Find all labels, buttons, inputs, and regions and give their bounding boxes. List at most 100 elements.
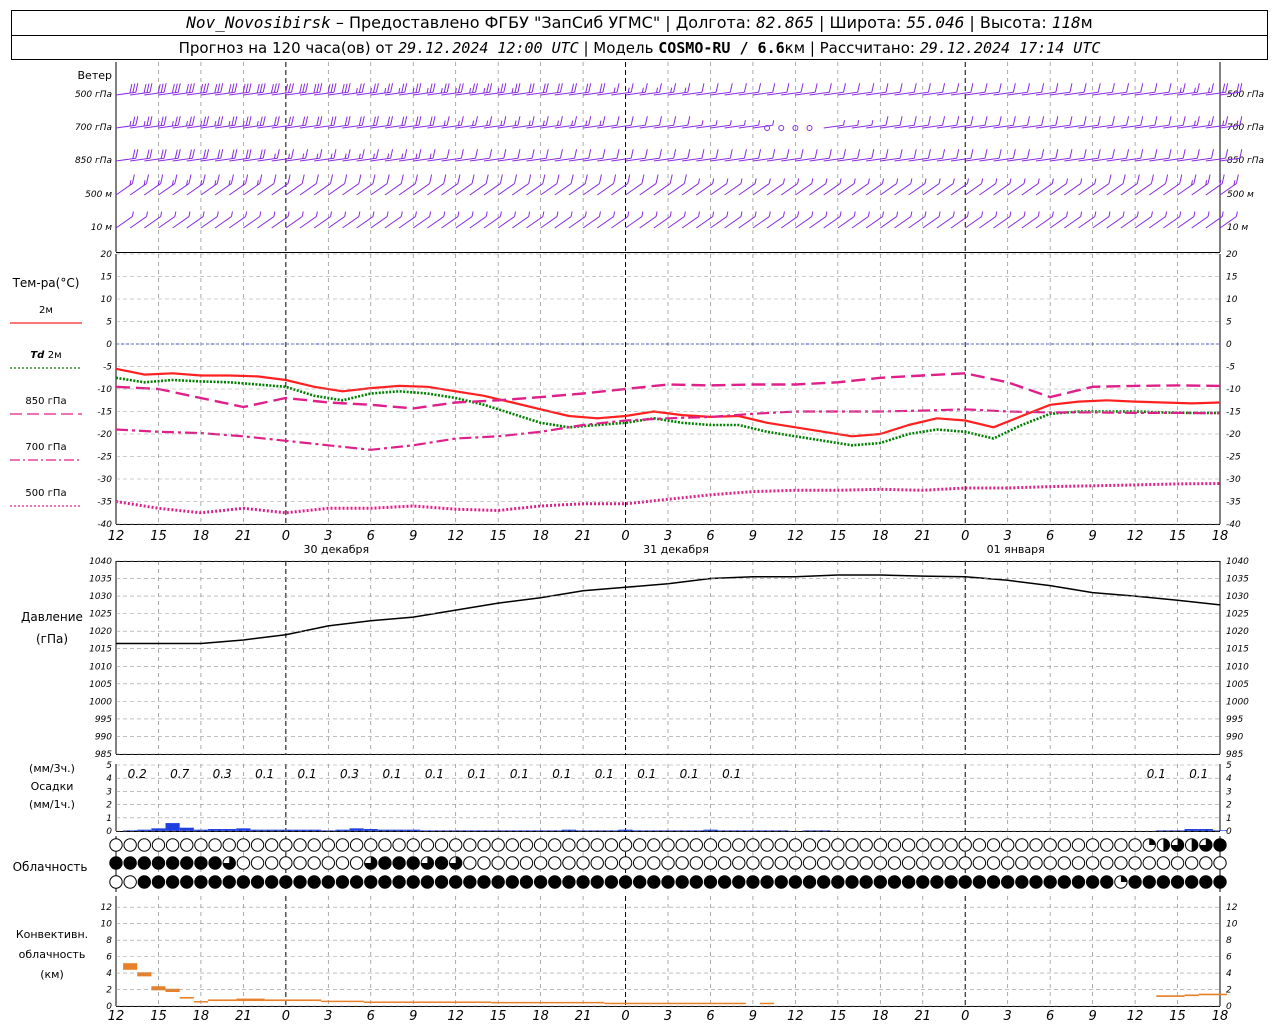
precip-3h-label: 0.1 xyxy=(722,767,741,781)
barb-half-flag xyxy=(1150,211,1153,217)
barb-shaft xyxy=(328,216,345,229)
cloud-title: Облачность xyxy=(13,860,88,874)
cloud-circle xyxy=(632,838,647,852)
barb-flag xyxy=(616,83,620,93)
wind-barb xyxy=(1050,83,1073,96)
conv-tick-label-left: 2 xyxy=(106,986,112,996)
cloud-circle xyxy=(689,856,704,870)
barb-flag xyxy=(432,116,436,126)
barb-half-flag xyxy=(910,211,913,217)
barb-flag xyxy=(843,149,846,159)
barb-flag xyxy=(390,83,394,93)
cloud-circle xyxy=(831,838,845,852)
wind-barb xyxy=(512,149,535,162)
cloud-circle xyxy=(916,838,930,852)
barb-shaft xyxy=(964,183,982,196)
cloud-symbol xyxy=(1114,856,1128,870)
cloud-circle xyxy=(1071,838,1086,852)
cloud-fill-full xyxy=(152,875,165,889)
cloud-symbol xyxy=(774,856,788,870)
cloud-symbol xyxy=(406,856,420,870)
cloud-fill-full xyxy=(123,856,137,870)
wind-barb xyxy=(1163,116,1186,129)
hour-label-bottom: 15 xyxy=(490,1009,507,1024)
barb-flag xyxy=(174,149,178,159)
barb-flag xyxy=(528,174,532,184)
barb-flag xyxy=(432,83,436,93)
barb-flag xyxy=(460,83,464,93)
cloud-symbol xyxy=(505,875,520,889)
wind-barb xyxy=(257,174,277,196)
cloud-circle xyxy=(123,838,137,852)
prec-tick-label-left: 5 xyxy=(106,761,112,771)
conv-tick-label-right: 6 xyxy=(1226,953,1232,963)
barb-flag xyxy=(375,149,379,159)
barb-flag xyxy=(273,83,277,93)
cloud-fill-full xyxy=(1100,875,1113,889)
cloud-symbol xyxy=(165,838,180,852)
cloud-symbol xyxy=(505,856,520,870)
barb-flag xyxy=(1027,83,1030,93)
cloud-fill-full xyxy=(845,875,859,889)
wind-barb xyxy=(115,83,139,96)
cloud-fill-full xyxy=(859,875,873,889)
cloud-symbol xyxy=(732,856,746,870)
cloud-circle xyxy=(647,856,661,870)
cloud-symbol xyxy=(519,875,534,889)
barb-half-flag xyxy=(469,87,472,94)
temp-y-axis: 20 20 15 15 10 10 5 5 0 0 -5 -5 -10 -10 -15 -15 -20 -20 -2… xyxy=(97,250,1241,530)
barb-flag xyxy=(230,174,234,184)
cloud-symbol xyxy=(293,875,307,889)
barb-half-flag xyxy=(1193,211,1196,217)
barb-shaft xyxy=(469,216,487,229)
cloud-symbol xyxy=(151,838,166,852)
barb-half-flag xyxy=(500,120,503,126)
wind-barb xyxy=(696,149,719,162)
barb-flag xyxy=(174,174,178,184)
cloud-circle xyxy=(1170,856,1185,870)
cloud-fill-full xyxy=(223,875,236,889)
cloud-circle xyxy=(279,856,293,870)
wind-barb xyxy=(1007,83,1030,96)
wind-barb xyxy=(951,149,974,162)
cloud-symbol xyxy=(264,838,279,852)
barb-flag xyxy=(786,83,790,93)
barb-flag xyxy=(1041,83,1045,93)
cloud-symbol xyxy=(1213,838,1227,852)
convective-bar xyxy=(760,1002,775,1005)
barb-flag xyxy=(245,83,249,93)
temp-tick-label-right: 10 xyxy=(1226,295,1238,305)
wind-barb xyxy=(667,116,691,129)
wind-barb xyxy=(710,120,732,129)
precip-3h-label: 0.1 xyxy=(1189,767,1208,781)
barb-flag xyxy=(400,174,404,184)
temp-tick-label-right: -25 xyxy=(1226,453,1241,463)
barb-shaft xyxy=(979,216,997,229)
barb-flag xyxy=(319,116,323,126)
temp-tick-label-left: -25 xyxy=(97,453,112,463)
wind-barb xyxy=(1135,149,1158,162)
wind-barb xyxy=(653,116,677,129)
prec-tick-label-right: 5 xyxy=(1226,761,1232,771)
wind-barb xyxy=(1135,83,1158,96)
wind-barb xyxy=(1106,149,1130,162)
cloud-symbol xyxy=(1128,838,1142,852)
barb-flag xyxy=(1150,174,1154,184)
barb-flag xyxy=(129,83,133,94)
hour-label: 6 xyxy=(706,529,714,544)
cloud-symbol xyxy=(477,856,491,870)
barb-shaft xyxy=(596,216,614,229)
barb-shaft xyxy=(412,183,430,196)
wind-barb xyxy=(837,120,860,129)
cloud-symbol xyxy=(1071,875,1086,889)
barb-half-flag xyxy=(301,211,304,217)
barb-shaft xyxy=(455,216,473,229)
wind-barb xyxy=(1078,116,1101,129)
cloud-symbol xyxy=(137,856,152,870)
wind-barb xyxy=(455,149,478,162)
barb-half-flag xyxy=(1179,87,1182,93)
cloud-fill-full xyxy=(746,875,760,889)
cloud-symbol xyxy=(604,856,619,870)
cloud-fill-full xyxy=(930,875,944,889)
cloud-circle xyxy=(378,838,392,852)
